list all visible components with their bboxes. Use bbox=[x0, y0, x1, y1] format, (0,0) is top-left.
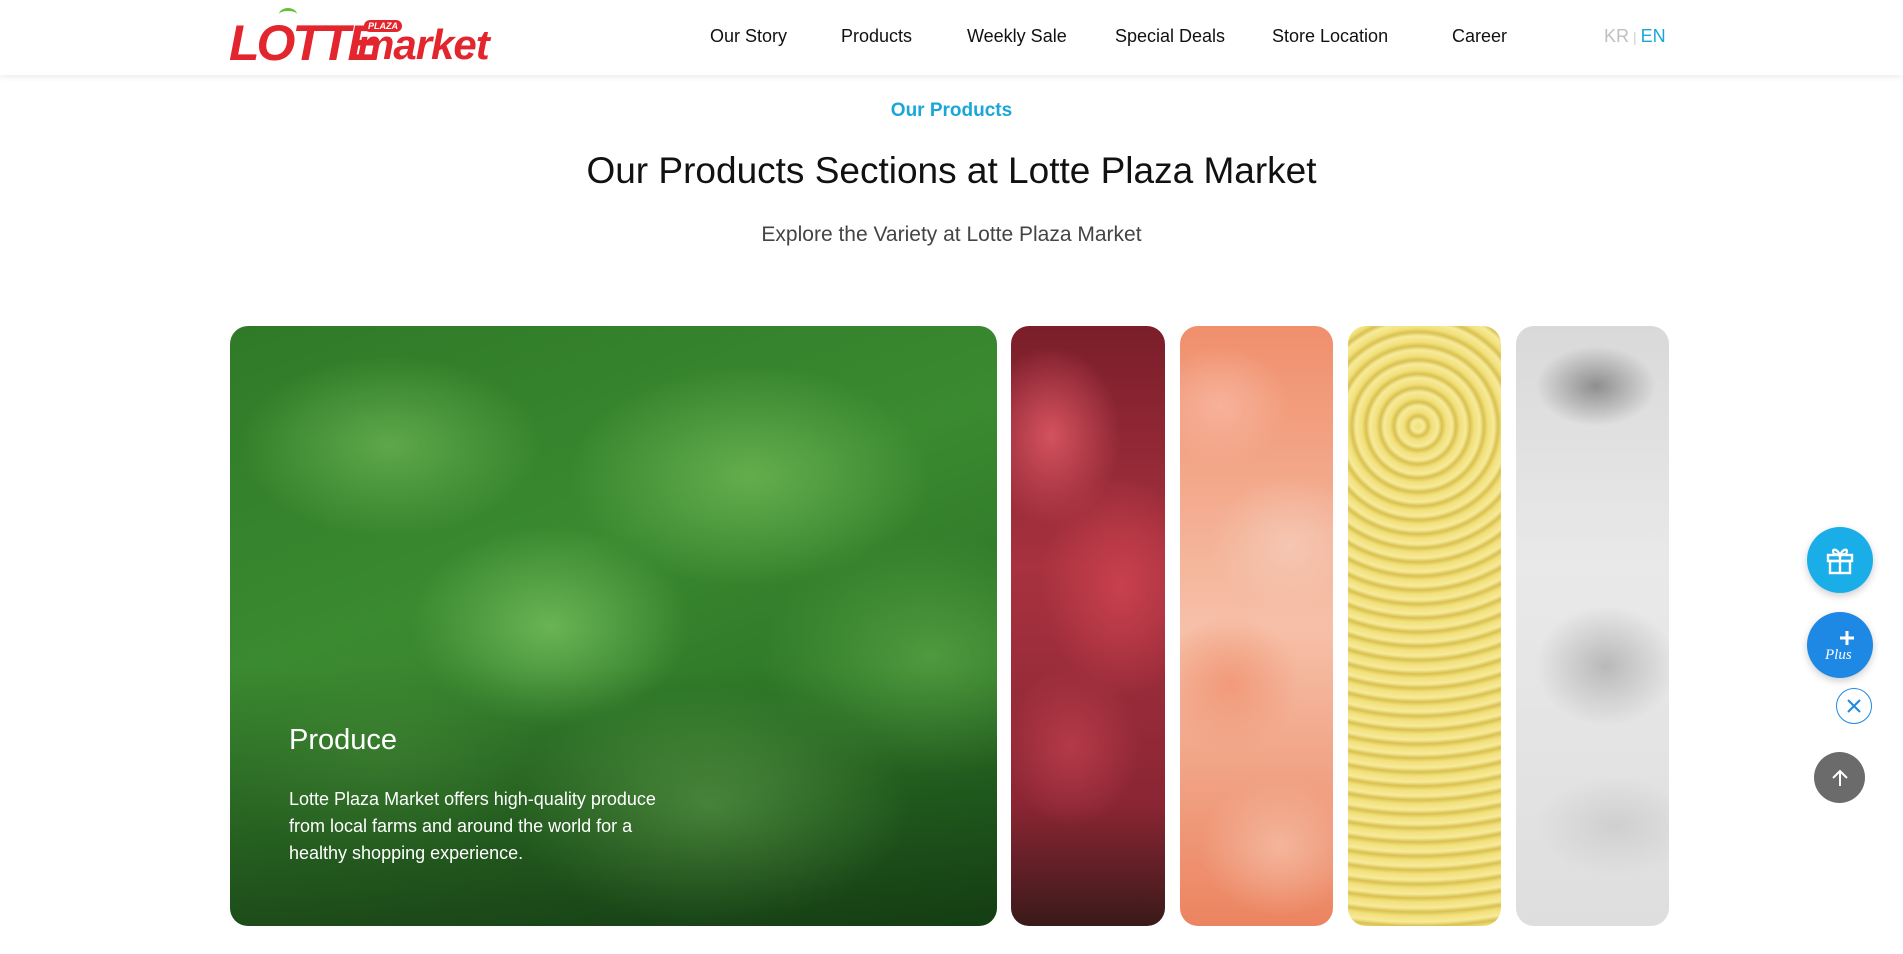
section-eyebrow: Our Products bbox=[890, 100, 1013, 121]
close-icon bbox=[1847, 699, 1861, 713]
plus-button[interactable]: Plus bbox=[1807, 612, 1873, 678]
nav-our-story[interactable]: Our Story bbox=[710, 26, 787, 47]
lang-separator: | bbox=[1633, 29, 1637, 45]
language-switcher: KR | EN bbox=[1604, 26, 1666, 47]
product-panel-produce[interactable]: Produce Lotte Plaza Market offers high-q… bbox=[230, 326, 997, 926]
scroll-to-top-button[interactable] bbox=[1814, 752, 1865, 803]
site-header: LOTTE PLAZA market Our Story Products We… bbox=[0, 0, 1903, 75]
lang-kr[interactable]: KR bbox=[1604, 26, 1629, 46]
section-subtitle: Explore the Variety at Lotte Plaza Marke… bbox=[761, 223, 1142, 246]
section-title: Our Products Sections at Lotte Plaza Mar… bbox=[586, 150, 1317, 191]
lang-en[interactable]: EN bbox=[1641, 26, 1666, 46]
nav-store-location[interactable]: Store Location bbox=[1272, 26, 1388, 47]
plus-label: Plus bbox=[1824, 647, 1852, 663]
nav-career[interactable]: Career bbox=[1452, 26, 1507, 47]
nav-weekly-sale[interactable]: Weekly Sale bbox=[967, 26, 1067, 47]
close-floating-button[interactable] bbox=[1836, 688, 1872, 724]
plus-icon: Plus bbox=[1824, 631, 1854, 663]
gift-icon bbox=[1826, 548, 1854, 575]
product-panel-meat[interactable] bbox=[1011, 326, 1165, 926]
panel-description: Lotte Plaza Market offers high-quality p… bbox=[289, 789, 656, 863]
product-panel-noodles[interactable] bbox=[1348, 326, 1501, 926]
product-panel-seafood[interactable] bbox=[1180, 326, 1333, 926]
nav-special-deals[interactable]: Special Deals bbox=[1115, 26, 1225, 47]
gift-button[interactable] bbox=[1807, 527, 1873, 593]
arrow-up-icon bbox=[1831, 769, 1848, 786]
product-panel-kitchenware[interactable] bbox=[1516, 326, 1669, 926]
panel-title: Produce bbox=[289, 724, 398, 756]
nav-products[interactable]: Products bbox=[841, 26, 912, 47]
